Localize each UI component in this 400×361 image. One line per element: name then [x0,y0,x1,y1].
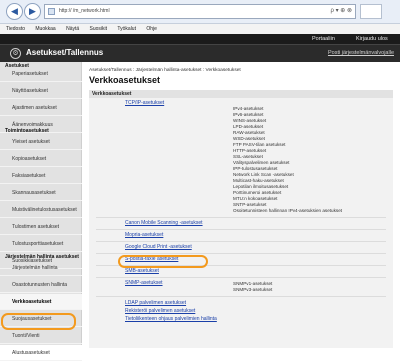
forward-button[interactable]: ▶ [24,3,41,20]
section-header: Verkkoasetukset [89,90,393,98]
menu-favorites[interactable]: Suosikit [90,26,108,32]
address-tools[interactable]: ρ ▾ ⊕ ⊗ [331,5,352,18]
sidebar-item-general[interactable]: Yleiset asetukset [0,134,82,150]
browser-menu-bar: Tiedosto Muokkaa Näytä Suosikit Työkalut… [0,24,400,34]
divider [96,229,386,230]
portal-top-bar: Portaaliin Kirjaudu ulos [0,34,400,44]
menu-help[interactable]: Ohje [146,26,157,32]
canon-mobile-scanning-link[interactable]: Canon Mobile Scanning -asetukset [125,220,203,226]
sidebar-item-dept-id[interactable]: Osastotunnusten hallinta [0,277,82,293]
main-content: Asetukset/Tallennus : Järjestelmän halli… [82,62,400,348]
address-text: http:// /m_network.html [59,8,110,14]
sub-ftp-pasv: FTP PASV-tilan asetukset [233,142,286,147]
divider [96,296,386,297]
page-icon [48,8,55,15]
sub-sleep-notify: Lepotilan ilmoitusasetukset [233,184,289,189]
back-button[interactable]: ◀ [6,3,23,20]
logout-link[interactable]: Kirjaudu ulos [356,34,388,44]
sub-http: HTTP-asetukset [233,148,267,153]
settings-logo-icon: ⚙ [10,48,21,59]
sub-multicast: Multicast-haku-asetukset [233,178,284,183]
divider [96,277,386,278]
menu-view[interactable]: Näytä [66,26,79,32]
sub-address-id: Osoitetunnisteen hallinnan IPv4-asetuksi… [233,208,343,213]
sidebar-item-init[interactable]: Alustusasetukset [0,345,82,361]
browser-toolbar: ◀ ▶ http:// /m_network.html ρ ▾ ⊕ ⊗ [0,0,400,24]
tcpip-settings-link[interactable]: TCP/IP-asetukset [125,100,164,106]
sidebar-item-printer[interactable]: Tulostimen asetukset [0,219,82,235]
sidebar-item-paper[interactable]: Paperiasetukset [0,66,82,82]
divider [96,241,386,242]
sub-wsd: WSD-asetukset [233,136,265,141]
menu-file[interactable]: Tiedosto [6,26,25,32]
sub-snmpv1: SNMPv1-asetukset [233,281,273,286]
network-highlight-ring [1,313,76,330]
traffic-control-link[interactable]: Tietoliikenteen ohjaus palvelimien halli… [125,316,217,322]
sub-sntp: SNTP-asetukset [233,202,267,207]
page-title: Verkkoasetukset [89,75,161,85]
sidebar-item-media-print[interactable]: Muistivälinetulostusasetukset [0,202,82,218]
sub-ipv4: IPv4-asetukset [233,106,264,111]
ldap-server-link[interactable]: LDAP palvelimen asetukset [125,300,186,306]
sidebar-item-network[interactable]: Verkkoasetukset [0,294,82,310]
sub-ssl: SSL-asetukset [233,154,263,159]
sub-port-numbers: Porttinumeroi asetukset [233,190,282,195]
portal-link[interactable]: Portaaliin [312,34,335,44]
snmp-link[interactable]: SNMP-asetukset [125,280,163,286]
breadcrumb: Asetukset/Tallennus : Järjestelmän halli… [89,68,241,73]
sidebar-item-scan[interactable]: Skannausasetukset [0,185,82,201]
settings-list: TCP/IP-asetukset IPv4-asetukset IPv6-ase… [89,98,393,348]
menu-tools[interactable]: Työkalut [117,26,136,32]
sub-snmpv3: SNMPv3-asetukset [233,287,273,292]
google-cloud-print-highlight-ring [118,255,208,268]
page-header: ⚙ Asetukset/Tallennus Posti järjestelmän… [0,44,400,62]
browser-tab[interactable] [360,4,382,19]
address-bar[interactable]: http:// /m_network.html ρ ▾ ⊕ ⊗ [44,4,356,19]
sub-mtu: MTU:n kokoasetukset [233,196,278,201]
admin-mail-link[interactable]: Posti järjestelmänvalvojalle [328,50,394,56]
sub-proxy: Välityspalvelimen asetukset [233,160,290,165]
sub-ipp: IPP-tulostusasetukset [233,166,278,171]
divider [96,253,386,254]
google-cloud-print-link[interactable]: Google Cloud Print -asetukset [125,244,192,250]
sidebar-item-timer[interactable]: Ajastimen asetukset [0,100,82,116]
sub-lpd: LPD-asetukset [233,124,264,129]
sub-network-link-scan: Network Link Scan -asetukset [233,172,294,177]
menu-edit[interactable]: Muokkaa [35,26,55,32]
sidebar-item-system-management[interactable]: Järjestelmän hallinta [0,260,82,276]
sidebar-item-import-export[interactable]: Tuonti/Vienti [0,328,82,344]
sidebar-item-copy[interactable]: Kopioasetukset [0,151,82,167]
sub-raw: RAW-asetukset [233,130,265,135]
mopria-link[interactable]: Mopria-asetukset [125,232,163,238]
sub-wins: WINS-asetukset [233,118,267,123]
header-title: Asetukset/Tallennus [26,48,104,57]
register-server-link[interactable]: Rekisteröi palvelimen asetukset [125,308,195,314]
divider [96,217,386,218]
sub-ipv6: IPv6-asetukset [233,112,264,117]
sidebar-item-display[interactable]: Näyttöasetukset [0,83,82,99]
sidebar-item-fax[interactable]: Faksiasetukset [0,168,82,184]
smb-link[interactable]: SMB-asetukset [125,268,159,274]
sidebar: Asetukset Paperiasetukset Näyttöasetukse… [0,62,82,361]
sidebar-item-print-port[interactable]: Tulostusporttiasetukset [0,236,82,252]
